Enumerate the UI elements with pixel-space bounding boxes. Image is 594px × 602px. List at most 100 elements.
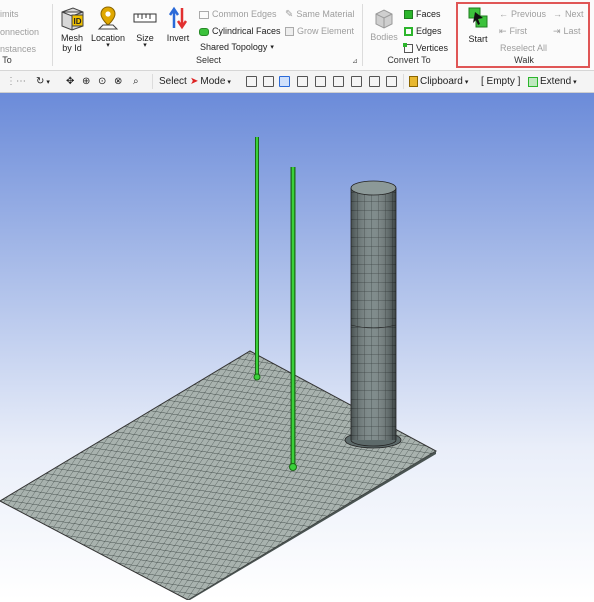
select-mesh-tool[interactable] [369, 74, 380, 89]
mesh-cylinder [344, 180, 402, 449]
cylindrical-faces-label: Cylindrical Faces [212, 26, 281, 36]
select-element-tool[interactable] [351, 74, 362, 89]
zoom-box-tool[interactable]: ⊙ [98, 74, 106, 89]
select-node-icon [315, 76, 326, 87]
instances-item[interactable]: nstances [0, 44, 36, 54]
select-extra-tool[interactable] [386, 74, 397, 89]
walk-previous-label: Previous [511, 9, 547, 19]
vertices-item[interactable]: Vertices [403, 43, 449, 54]
chevron-down-icon: ▾ [46, 78, 50, 86]
chevron-down-icon: ▾ [143, 42, 147, 49]
clipboard-icon [409, 76, 418, 87]
rotate-icon: ↻ [36, 76, 45, 87]
common-edges-item[interactable]: Common Edges [199, 9, 277, 20]
walk-start-button[interactable]: Start [463, 6, 493, 44]
rotate-tool[interactable]: ↻ ▾ [36, 74, 50, 89]
extend-icon [528, 76, 538, 87]
extend-dropdown[interactable]: Extend ▾ [528, 74, 577, 89]
walk-last-button[interactable]: ⇥ Last [553, 26, 581, 37]
reselect-all-label: Reselect All [500, 43, 548, 53]
toolbar-overflow[interactable]: ⋯ [16, 74, 26, 89]
common-edges-label: Common Edges [212, 9, 277, 19]
grow-element-item[interactable]: Grow Element [285, 26, 354, 37]
mode-dropdown[interactable]: ➤ Mode ▾ [190, 74, 231, 89]
mode-label: Mode [200, 76, 226, 87]
chevron-down-icon: ▾ [106, 42, 110, 49]
separator [52, 4, 53, 66]
cursor-icon: ➤ [190, 76, 199, 87]
mesh-by-id-label: Mesh by Id [60, 33, 83, 53]
walk-start-icon [468, 7, 488, 28]
edges-item[interactable]: Edges [404, 26, 442, 37]
separator [403, 74, 404, 89]
select-vertex-tool[interactable] [246, 74, 257, 89]
select-vertex-icon [246, 76, 257, 87]
edges-label: Edges [416, 26, 442, 36]
walk-next-button[interactable]: → Next [553, 9, 584, 20]
select-extra-icon [386, 76, 397, 87]
cylindrical-faces-item[interactable]: Cylindrical Faces [199, 26, 281, 37]
invert-button[interactable]: Invert [164, 5, 192, 43]
cube-icon [375, 9, 393, 29]
select-mesh-icon [369, 76, 380, 87]
walk-first-button[interactable]: ⇤ First [499, 26, 527, 37]
zoom-fit-tool[interactable]: ⊗ [114, 74, 122, 89]
reselect-all-button[interactable]: Reselect All [500, 43, 547, 54]
magnifier-icon: ⌕ [133, 76, 139, 87]
extend-label: Extend [540, 76, 572, 87]
select-edge-tool[interactable] [263, 74, 274, 89]
ribbon: imits onnection nstances To ID Mesh by I… [0, 0, 594, 71]
location-button[interactable]: Location ▾ [90, 5, 126, 49]
select-face-icon [279, 76, 290, 87]
graphics-toolbar: ⋮ ⋯ ↻ ▾ ✥ ⊕ ⊙ ⊗ ⌕ Select ➤ Mode ▾ Clipboa… [0, 71, 594, 93]
arrow-left-icon: ← [499, 9, 508, 19]
size-button[interactable]: Size ▾ [131, 5, 159, 49]
zoom-icon: ⊕ [82, 76, 91, 87]
pan-tool[interactable]: ✥ [66, 74, 74, 89]
toolbar-grip[interactable]: ⋮ [6, 74, 16, 89]
mesh-by-id-button[interactable]: ID Mesh by Id [57, 5, 87, 53]
vertices-icon [403, 43, 413, 53]
chevron-down-icon: ▾ [573, 78, 577, 86]
faces-item[interactable]: Faces [404, 9, 441, 20]
zoom-tool[interactable]: ⊕ [82, 74, 90, 89]
group-label-walk: Walk [514, 55, 534, 65]
select-node-tool[interactable] [315, 74, 326, 89]
limits-item[interactable]: imits [0, 9, 19, 19]
invert-arrows-icon [168, 6, 188, 30]
same-material-item[interactable]: ✎ Same Material [285, 9, 354, 20]
cylinder-icon [199, 27, 209, 36]
select-element-face-icon [333, 76, 344, 87]
zoom-in-tool[interactable]: ⌕ [133, 74, 139, 89]
select-edge-icon [263, 76, 274, 87]
walk-start-label: Start [468, 34, 488, 44]
mesh-model [0, 137, 438, 601]
faces-label: Faces [416, 9, 441, 19]
walk-previous-button[interactable]: ← Previous [499, 9, 546, 20]
common-edges-icon [199, 10, 209, 19]
select-label: Select [159, 76, 187, 87]
arrow-right-icon: → [553, 9, 562, 19]
shared-topology-dropdown[interactable]: Shared Topology ▾ [200, 42, 274, 53]
clipboard-dropdown[interactable]: Clipboard ▾ [409, 74, 468, 89]
shared-topology-label: Shared Topology [200, 42, 268, 52]
select-body-icon [297, 76, 308, 87]
clipboard-label: Clipboard [420, 76, 463, 87]
grow-element-label: Grow Element [297, 26, 355, 36]
select-face-tool[interactable] [279, 74, 290, 89]
edges-icon [404, 27, 413, 36]
bodies-button[interactable]: Bodies [368, 8, 400, 42]
group-label-select: Select [196, 55, 222, 65]
grow-element-icon [285, 27, 294, 36]
faces-icon [404, 10, 413, 19]
ruler-icon [133, 13, 157, 23]
dialog-launcher-icon[interactable]: ⊿ [352, 57, 358, 65]
vertices-label: Vertices [416, 43, 449, 53]
select-element-face-tool[interactable] [333, 74, 344, 89]
select-body-tool[interactable] [297, 74, 308, 89]
chevron-down-icon: ▾ [270, 44, 274, 51]
connection-item[interactable]: onnection [0, 27, 39, 37]
paintbrush-icon: ✎ [285, 9, 294, 20]
separator [152, 74, 153, 89]
graphics-viewport[interactable] [0, 93, 594, 601]
